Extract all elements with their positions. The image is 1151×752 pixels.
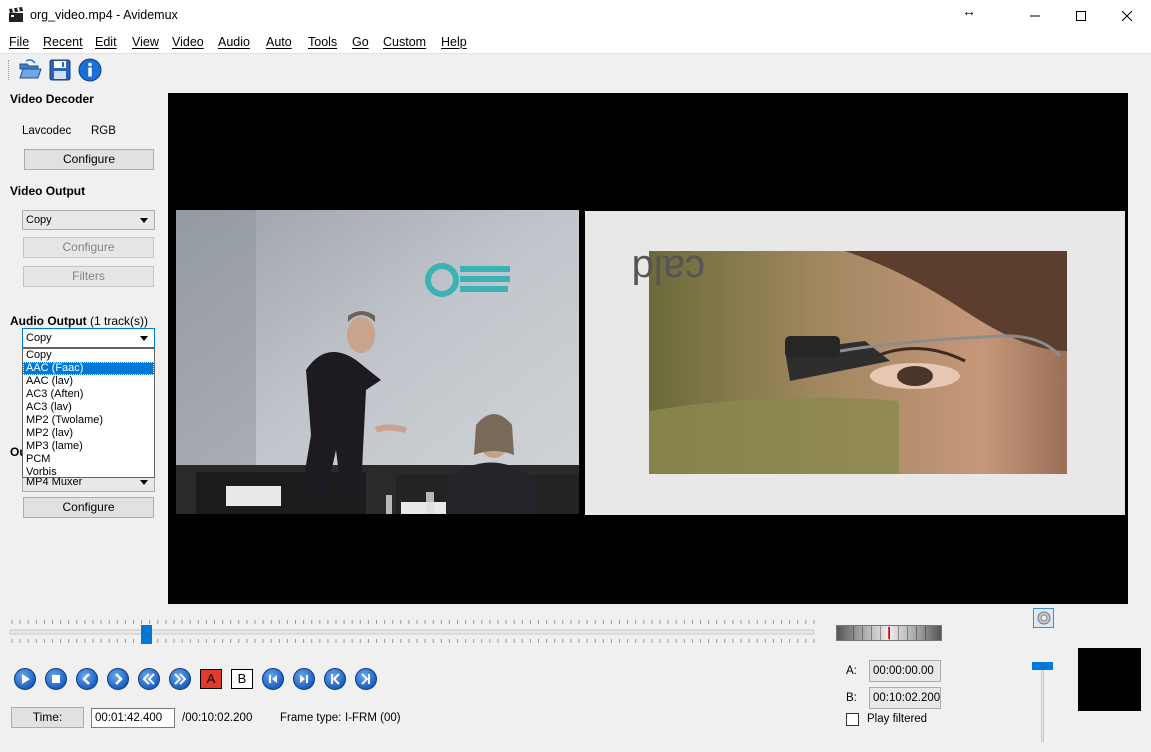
audio-codec-dropdown: Copy AAC (Faac) AAC (lav) AC3 (Aften) AC3 (l… <box>22 348 155 478</box>
video-frame-left <box>176 210 579 514</box>
marker-a-icon[interactable]: A <box>200 669 222 689</box>
next-keyframe-icon[interactable] <box>293 668 315 690</box>
audio-codec-option[interactable]: AAC (Faac) <box>23 362 154 375</box>
menu-file[interactable]: File <box>9 35 29 49</box>
video-configure-button[interactable]: Configure <box>23 237 154 258</box>
toolbar <box>0 53 1151 85</box>
video-frame-right: cald <box>585 211 1125 515</box>
menu-help[interactable]: Help <box>441 35 467 49</box>
decoder-codec: Lavcodec <box>22 125 72 137</box>
stop-icon[interactable] <box>45 668 67 690</box>
timeline-slider[interactable] <box>8 616 816 644</box>
audio-codec-option[interactable]: Copy <box>23 349 154 362</box>
selection-a-field[interactable]: 00:00:00.00 <box>869 660 941 682</box>
jog-shuttle[interactable] <box>836 625 942 641</box>
mini-preview <box>1078 648 1141 711</box>
marker-b-label: B <box>237 671 247 686</box>
minimize-button[interactable] <box>1012 0 1058 31</box>
menu-auto[interactable]: Auto <box>266 35 292 49</box>
selection-b-field[interactable]: 00:10:02.200 <box>869 687 941 709</box>
previous-keyframe-icon[interactable] <box>262 668 284 690</box>
menu-audio[interactable]: Audio <box>218 35 250 49</box>
resize-arrows-icon: ↔ <box>962 3 976 19</box>
fast-forward-icon[interactable] <box>169 668 191 690</box>
audio-track-count: (1 track(s)) <box>89 314 148 328</box>
info-icon[interactable] <box>77 57 103 83</box>
audio-output-title: Audio Output <box>10 314 87 328</box>
audio-codec-option[interactable]: MP2 (Twolame) <box>23 414 154 427</box>
decoder-configure-button[interactable]: Configure <box>24 149 154 170</box>
menu-view[interactable]: View <box>132 35 159 49</box>
title-bar: org_video.mp4 - Avidemux ↔ <box>0 0 1151 31</box>
volume-track[interactable] <box>1041 662 1044 742</box>
time-button[interactable]: Time: <box>11 707 84 728</box>
output-configure-button[interactable]: Configure <box>23 497 154 518</box>
audio-output-selected: Copy <box>26 332 52 344</box>
audio-codec-option[interactable]: AC3 (Aften) <box>23 388 154 401</box>
frame-type-label: Frame type: <box>280 712 342 724</box>
svg-text:cald: cald <box>632 247 705 291</box>
timeline-handle[interactable] <box>141 625 152 644</box>
audio-codec-option[interactable]: MP2 (lav) <box>23 427 154 440</box>
close-button[interactable] <box>1104 0 1150 31</box>
audio-codec-option[interactable]: Vorbis <box>23 466 154 479</box>
video-preview: cald <box>168 93 1128 604</box>
jog-shuttle-ridges <box>845 626 933 640</box>
go-end-icon[interactable] <box>355 668 377 690</box>
audio-codec-option[interactable]: PCM <box>23 453 154 466</box>
filters-button[interactable]: Filters <box>23 266 154 287</box>
marker-a-label: A <box>206 671 216 686</box>
selection-b-label: B: <box>846 692 857 704</box>
audio-codec-option[interactable]: MP3 (lame) <box>23 440 154 453</box>
play-icon[interactable] <box>14 668 36 690</box>
menu-edit[interactable]: Edit <box>95 35 117 49</box>
video-decoder-heading: Video Decoder <box>10 92 94 106</box>
window-title: org_video.mp4 - Avidemux <box>30 8 178 22</box>
previous-frame-icon[interactable] <box>76 668 98 690</box>
menu-video[interactable]: Video <box>172 35 204 49</box>
chevron-down-icon <box>140 336 148 341</box>
play-filtered-label: Play filtered <box>867 713 928 725</box>
open-folder-icon[interactable] <box>17 57 43 83</box>
menu-custom[interactable]: Custom <box>383 35 426 49</box>
video-output-selected: Copy <box>26 214 52 226</box>
toolbar-grip <box>8 60 11 80</box>
audio-output-heading: Audio Output (1 track(s)) <box>10 314 148 328</box>
menu-recent[interactable]: Recent <box>43 35 83 49</box>
volume-handle[interactable] <box>1032 662 1053 670</box>
video-output-select[interactable]: Copy <box>22 210 155 230</box>
video-output-heading: Video Output <box>10 184 86 198</box>
chevron-down-icon <box>140 218 148 223</box>
clapperboard-icon <box>8 7 24 23</box>
rewind-icon[interactable] <box>138 668 160 690</box>
selection-a-label: A: <box>846 665 857 677</box>
save-icon[interactable] <box>47 57 73 83</box>
marker-b-icon[interactable]: B <box>231 669 253 689</box>
speaker-icon[interactable] <box>1033 608 1054 628</box>
play-filtered-checkbox[interactable] <box>846 713 859 726</box>
audio-codec-option[interactable]: AAC (lav) <box>23 375 154 388</box>
next-frame-icon[interactable] <box>107 668 129 690</box>
menu-go[interactable]: Go <box>352 35 369 49</box>
audio-output-select[interactable]: Copy <box>22 328 155 348</box>
chevron-down-icon <box>140 480 148 485</box>
decoder-format: RGB <box>91 125 116 137</box>
menu-bar: File Recent Edit View Video Audio Auto T… <box>0 31 1151 53</box>
menu-tools[interactable]: Tools <box>308 35 337 49</box>
current-time-field[interactable]: 00:01:42.400 <box>91 708 175 728</box>
audio-codec-option[interactable]: AC3 (lav) <box>23 401 154 414</box>
go-start-icon[interactable] <box>324 668 346 690</box>
frame-type-value: I-FRM (00) <box>345 712 401 724</box>
maximize-button[interactable] <box>1058 0 1104 31</box>
total-time: /00:10:02.200 <box>182 712 253 724</box>
